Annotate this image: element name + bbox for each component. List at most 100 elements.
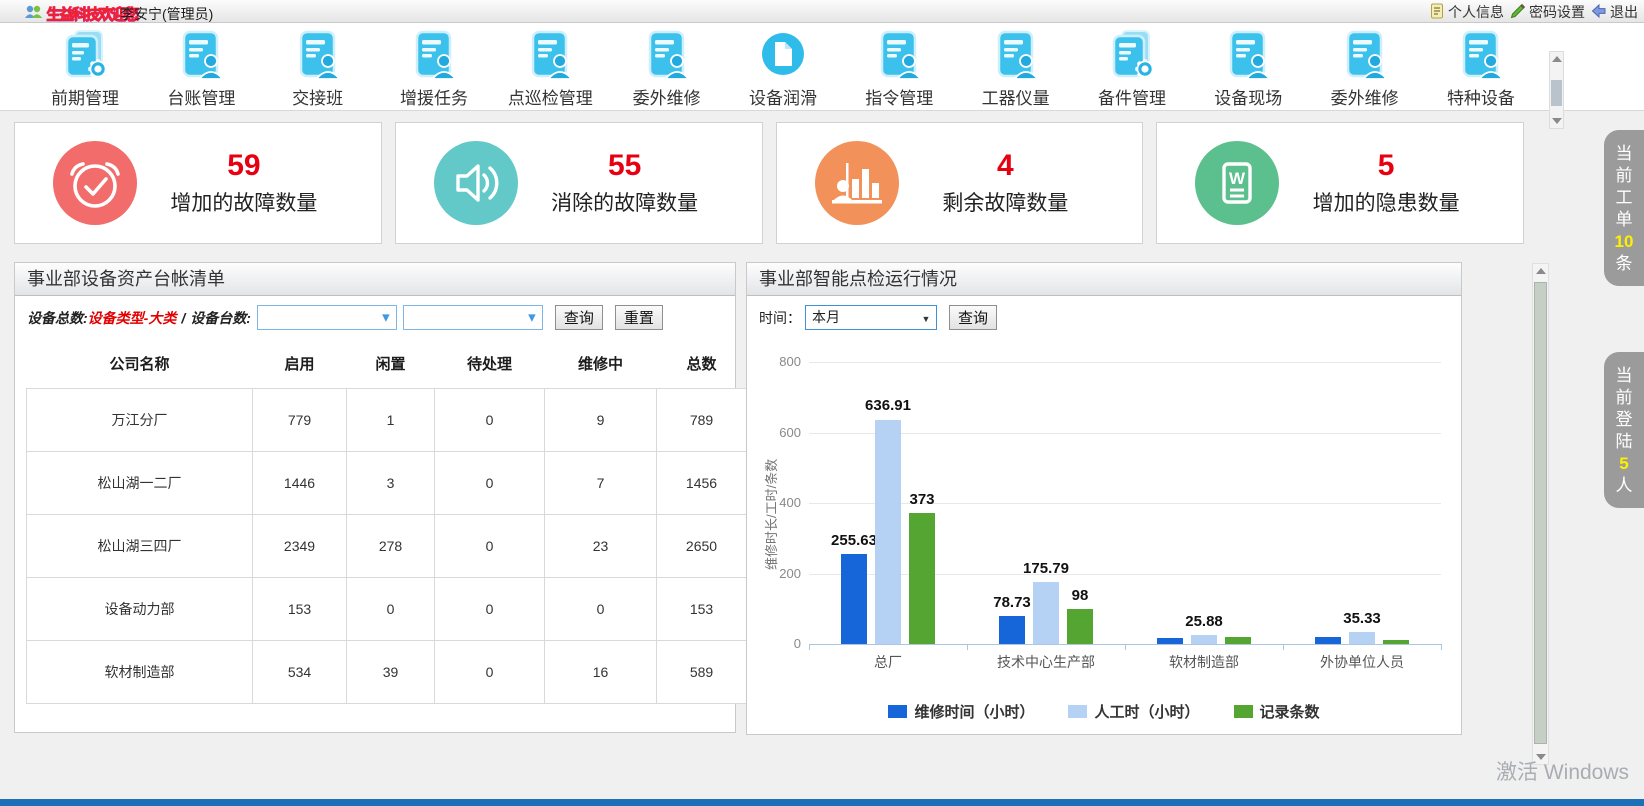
scroll-down-icon[interactable] [1552, 118, 1562, 124]
asset-search-button[interactable]: 查询 [555, 305, 603, 330]
stat-card-label: 剩余故障数量 [942, 187, 1068, 217]
side-badge-text: 当前登陆5人 [1614, 365, 1634, 497]
table-cell: 153 [253, 577, 347, 640]
doc-gear-icon [1105, 28, 1159, 82]
stat-card-label: 增加的故障数量 [170, 187, 317, 217]
top-link[interactable]: 退出 [1591, 2, 1638, 22]
table-header-cell: 闲置 [347, 340, 435, 388]
asset-panel: 事业部设备资产台帐清单 设备总数: 设备类型-大类 / 设备台数: 查询 重置 … [14, 262, 736, 733]
asset-table: 公司名称启用闲置待处理维修中总数 万江分厂779109789松山湖一二厂1446… [26, 340, 747, 704]
inspection-search-button[interactable]: 查询 [949, 305, 997, 330]
content-scrollbar[interactable] [1532, 263, 1549, 765]
time-select[interactable]: 本月 [805, 305, 937, 330]
toolbar-item[interactable]: 交接班 [263, 28, 373, 109]
stat-card-value: 59 [227, 149, 260, 183]
stat-card: 59 增加的故障数量 [14, 122, 382, 244]
top-bar: 生益科技欢迎您 李安宁(管理员) 个人信息密码设置退出 [0, 0, 1644, 23]
chart-bar [1315, 637, 1341, 644]
chart-bar [1225, 637, 1251, 644]
inspection-bar-chart: 总厂255.63636.91373技术中心生产部78.73175.7998软材制… [747, 336, 1461, 736]
chart-bar [999, 616, 1025, 644]
chart-gridline [809, 433, 1441, 434]
stat-card-value: 55 [608, 149, 641, 183]
doc-person-icon [174, 28, 228, 82]
asset-filter-label-total: 设备总数: [27, 308, 88, 328]
legend-swatch-icon [1234, 705, 1253, 718]
top-link[interactable]: 密码设置 [1510, 2, 1585, 22]
table-row: 松山湖一二厂14463071456 [27, 451, 747, 514]
toolbar-scrollbar-thumb[interactable] [1551, 80, 1562, 106]
device-subtype-select[interactable] [403, 305, 543, 330]
toolbar-item[interactable]: 设备润滑 [728, 28, 838, 109]
table-cell: 0 [435, 514, 545, 577]
toolbar-item[interactable]: 委外维修 [1310, 28, 1420, 109]
toolbar-item[interactable]: 指令管理 [844, 28, 954, 109]
scroll-up-icon[interactable] [1536, 268, 1546, 274]
doc-person-icon [1454, 28, 1508, 82]
chart-y-tick-label: 0 [755, 636, 801, 651]
chart-bar [875, 420, 901, 645]
table-cell: 7 [545, 451, 657, 514]
inspection-panel: 事业部智能点检运行情况 时间： 本月 查询 总厂255.63636.91373技… [746, 262, 1462, 735]
content-scrollbar-thumb[interactable] [1534, 282, 1547, 744]
top-link[interactable]: 个人信息 [1429, 2, 1504, 22]
toolbar-item-label: 工器仪量 [982, 84, 1050, 109]
toolbar-item[interactable]: 前期管理 [30, 28, 140, 109]
chart-y-tick-label: 200 [755, 566, 801, 581]
table-cell: 2650 [657, 514, 747, 577]
doc-person-icon [291, 28, 345, 82]
top-link-label: 个人信息 [1448, 2, 1504, 22]
asset-filter-row: 设备总数: 设备类型-大类 / 设备台数: 查询 重置 [15, 296, 735, 336]
device-type-select[interactable] [257, 305, 397, 330]
table-cell: 16 [545, 640, 657, 703]
toolbar-item[interactable]: 备件管理 [1077, 28, 1187, 109]
chart-bar [841, 554, 867, 644]
chart-x-tick [1441, 644, 1442, 650]
toolbar-item[interactable]: 委外维修 [612, 28, 722, 109]
doc-person-icon [872, 28, 926, 82]
current-user: 李安宁(管理员) [120, 4, 213, 24]
scroll-up-icon[interactable] [1552, 56, 1562, 62]
toolbar-item-label: 特种设备 [1447, 84, 1515, 109]
chart-bar [1157, 638, 1183, 644]
chart-bar [1349, 632, 1375, 644]
side-badge[interactable]: 当前工单10条 [1604, 130, 1644, 286]
toolbar-item-label: 增援任务 [400, 84, 468, 109]
table-cell: 0 [435, 577, 545, 640]
chart-bar-value-label: 35.33 [1343, 610, 1381, 627]
top-link-label: 退出 [1610, 2, 1638, 22]
stat-card-body: 59 增加的故障数量 [137, 149, 351, 217]
doc-person-icon [407, 28, 461, 82]
asset-filter-type-link[interactable]: 设备类型-大类 [88, 308, 177, 328]
table-header-row: 公司名称启用闲置待处理维修中总数 [27, 340, 747, 388]
side-badge[interactable]: 当前登陆5人 [1604, 352, 1644, 508]
chart-y-tick-label: 800 [755, 354, 801, 369]
toolbar-item[interactable]: 台账管理 [146, 28, 256, 109]
table-row: 松山湖三四厂23492780232650 [27, 514, 747, 577]
table-header-cell: 公司名称 [27, 340, 253, 388]
toolbar-item[interactable]: 工器仪量 [961, 28, 1071, 109]
table-cell: 2349 [253, 514, 347, 577]
toolbar-item[interactable]: 点巡检管理 [495, 28, 605, 109]
chart-legend: 维修时间（小时）人工时（小时）记录条数 [747, 701, 1461, 722]
legend-swatch-icon [1068, 705, 1087, 718]
bottom-edge-strip [0, 799, 1644, 806]
toolbar-item-label: 交接班 [292, 84, 343, 109]
toolbar-item[interactable]: 特种设备 [1426, 28, 1536, 109]
table-header-cell: 启用 [253, 340, 347, 388]
asset-reset-button[interactable]: 重置 [615, 305, 663, 330]
chart-bar-value-label: 98 [1072, 587, 1089, 604]
table-cell: 软材制造部 [27, 640, 253, 703]
table-cell: 0 [347, 577, 435, 640]
chart-legend-item: 维修时间（小时） [888, 701, 1034, 722]
table-cell: 153 [657, 577, 747, 640]
toolbar-item[interactable]: 增援任务 [379, 28, 489, 109]
stat-card-label: 增加的隐患数量 [1313, 187, 1460, 217]
toolbar-scrollbar[interactable] [1549, 51, 1564, 129]
toolbar-item[interactable]: 设备现场 [1193, 28, 1303, 109]
circle-page-icon [756, 28, 810, 82]
svg-text:W: W [1229, 169, 1246, 188]
table-row: 设备动力部153000153 [27, 577, 747, 640]
doc-person-icon [1338, 28, 1392, 82]
asset-panel-title: 事业部设备资产台帐清单 [15, 263, 735, 296]
